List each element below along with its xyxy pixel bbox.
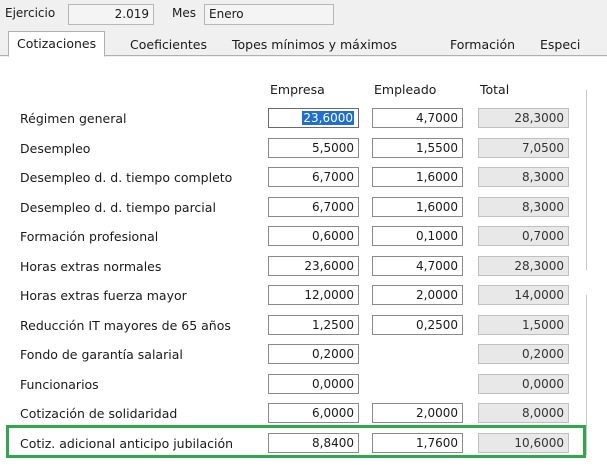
empleado-field[interactable]: 0,1000 — [372, 226, 463, 246]
row-label: Régimen general — [20, 111, 127, 126]
total-field: 8,3000 — [478, 197, 569, 217]
total-field: 28,3000 — [478, 108, 569, 128]
row-label: Desempleo — [20, 141, 91, 156]
empresa-field[interactable]: 5,5000 — [268, 138, 359, 158]
total-field: 0,0000 — [478, 374, 569, 394]
ejercicio-label: Ejercicio — [5, 6, 56, 20]
divider — [586, 90, 587, 270]
tab-topes[interactable]: Topes mínimos y máximos — [232, 34, 397, 56]
total-field: 28,3000 — [478, 256, 569, 276]
empresa-field[interactable]: 6,7000 — [268, 197, 359, 217]
total-field: 8,3000 — [478, 167, 569, 187]
row-label: Reducción IT mayores de 65 años — [20, 318, 231, 333]
mes-label: Mes — [172, 6, 196, 20]
row-label: Cotiz. adicional anticipo jubilación — [20, 436, 234, 451]
empresa-field[interactable]: 0,6000 — [268, 226, 359, 246]
empresa-field[interactable]: 23,6000 — [268, 108, 359, 128]
empleado-field[interactable]: 4,7000 — [372, 108, 463, 128]
row-label: Cotización de solidaridad — [20, 406, 178, 421]
empresa-field[interactable]: 6,7000 — [268, 167, 359, 187]
total-field: 7,0500 — [478, 138, 569, 158]
empleado-field[interactable]: 1,6000 — [372, 197, 463, 217]
empresa-field[interactable]: 0,2000 — [268, 344, 359, 364]
tab-formacion-label: Formación — [450, 37, 516, 52]
total-field: 10,6000 — [478, 433, 569, 453]
mes-field[interactable]: Enero — [204, 4, 334, 25]
tab-cotizaciones[interactable]: Cotizaciones — [8, 31, 106, 57]
empleado-field[interactable]: 2,0000 — [372, 403, 463, 423]
row-label: Desempleo d. d. tiempo parcial — [20, 200, 216, 215]
empleado-field[interactable]: 2,0000 — [372, 285, 463, 305]
col-header-empleado: Empleado — [374, 82, 437, 97]
total-field: 14,0000 — [478, 285, 569, 305]
total-field: 8,0000 — [478, 403, 569, 423]
empleado-field[interactable]: 4,7000 — [372, 256, 463, 276]
row-label: Funcionarios — [20, 377, 99, 392]
period-bar: Ejercicio 2.019 Mes Enero — [0, 0, 360, 28]
total-field: 0,2000 — [478, 344, 569, 364]
row-label: Fondo de garantía salarial — [20, 347, 183, 362]
col-header-empresa: Empresa — [270, 82, 325, 97]
row-label: Desempleo d. d. tiempo completo — [20, 170, 233, 185]
tab-formacion[interactable]: Formación — [450, 34, 515, 56]
empleado-field[interactable]: 1,7600 — [372, 433, 463, 453]
row-label: Horas extras fuerza mayor — [20, 288, 187, 303]
empresa-field[interactable]: 23,6000 — [268, 256, 359, 276]
selected-text: 23,6000 — [302, 111, 354, 125]
empresa-field[interactable]: 6,0000 — [268, 403, 359, 423]
total-field: 0,7000 — [478, 226, 569, 246]
empresa-field[interactable]: 1,2500 — [268, 315, 359, 335]
empleado-field[interactable]: 1,6000 — [372, 167, 463, 187]
empleado-field[interactable]: 1,5500 — [372, 138, 463, 158]
tab-cotizaciones-label: Cotizaciones — [17, 36, 97, 51]
empresa-field[interactable]: 12,0000 — [268, 285, 359, 305]
empleado-field[interactable]: 0,2500 — [372, 315, 463, 335]
empresa-field[interactable]: 8,8400 — [268, 433, 359, 453]
ejercicio-field[interactable]: 2.019 — [68, 4, 154, 25]
tab-especi[interactable]: Especi — [540, 34, 580, 56]
row-label: Horas extras normales — [20, 259, 162, 274]
tab-strip: Cotizaciones Coeficientes Topes mínimos … — [0, 30, 607, 57]
empresa-field[interactable]: 0,0000 — [268, 374, 359, 394]
row-label: Formación profesional — [20, 229, 159, 244]
tab-especi-label: Especi — [540, 37, 581, 52]
tab-topes-label: Topes mínimos y máximos — [232, 37, 398, 52]
tab-coeficientes-label: Coeficientes — [130, 37, 208, 52]
total-field: 1,5000 — [478, 315, 569, 335]
tab-coeficientes[interactable]: Coeficientes — [130, 34, 207, 56]
divider — [586, 295, 587, 455]
col-header-total: Total — [480, 82, 510, 97]
